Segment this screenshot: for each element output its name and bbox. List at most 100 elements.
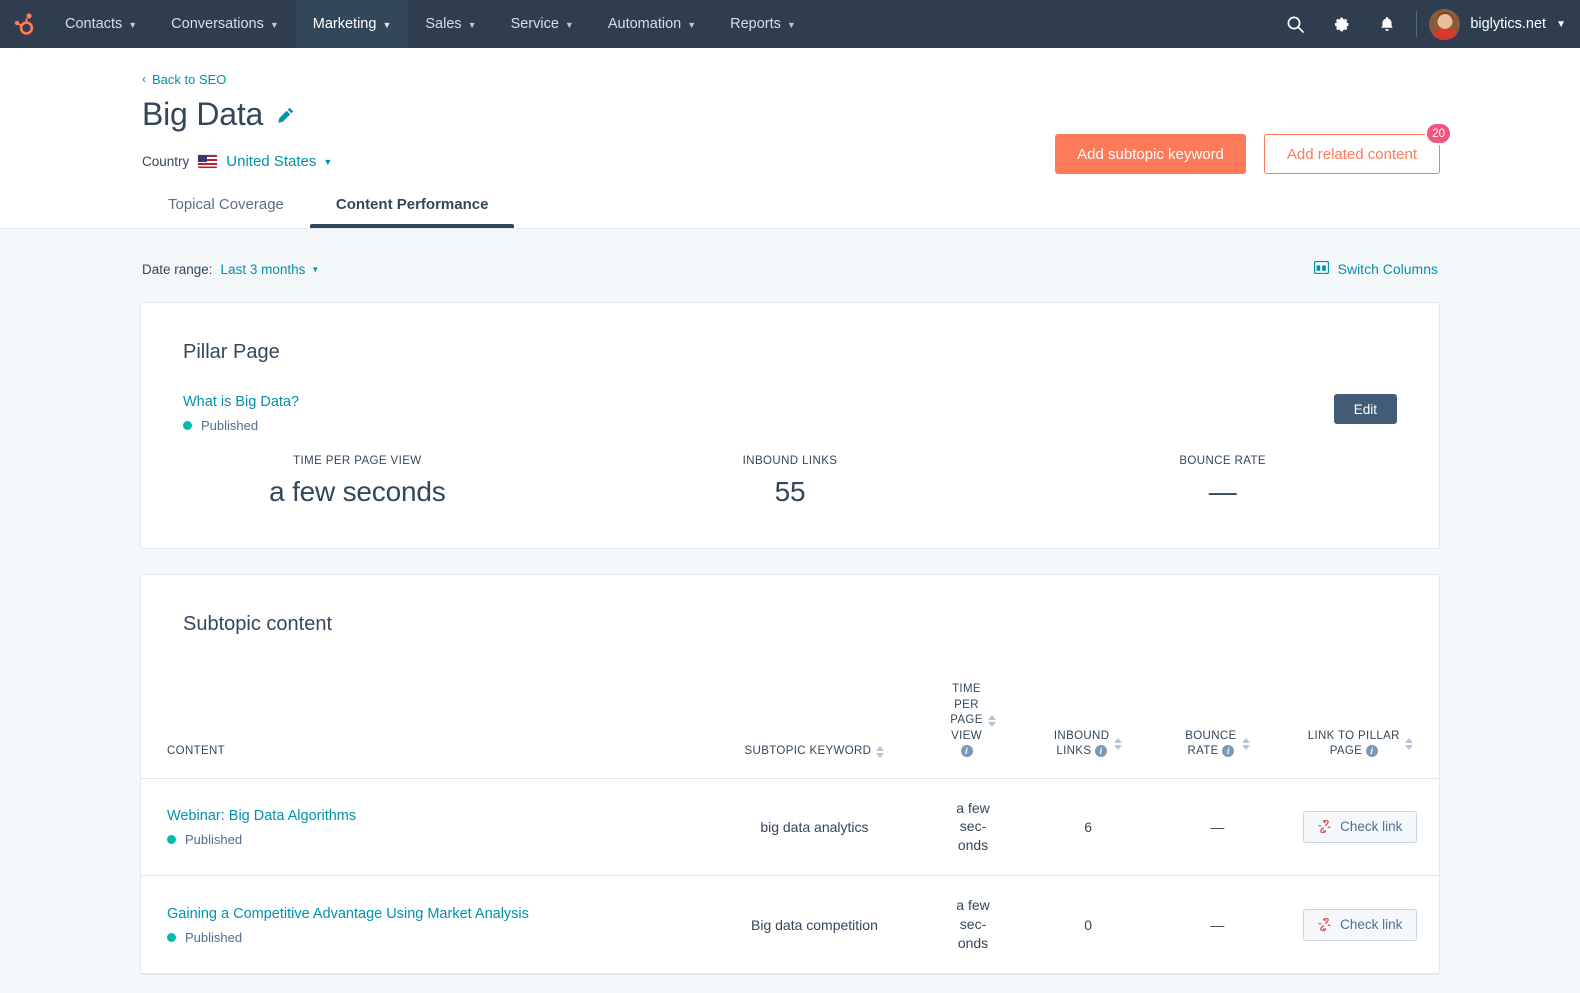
column-header-time-per-page-view[interactable]: TIMEPERPAGEVIEWi <box>923 682 1023 778</box>
pencil-edit-icon[interactable] <box>277 106 295 124</box>
table-header-row: CONTENT SUBTOPIC KEYWORD TIMEPERPAGEVIEW… <box>141 682 1439 778</box>
gear-icon[interactable] <box>1318 0 1364 48</box>
chevron-down-icon: ▼ <box>270 20 279 30</box>
chevron-down-icon: ▼ <box>323 157 332 167</box>
nav-item-label: Sales <box>425 16 461 32</box>
tab-label: Topical Coverage <box>168 196 284 213</box>
nav-item-service[interactable]: Service ▼ <box>494 0 591 48</box>
related-content-badge: 20 <box>1425 122 1452 145</box>
column-header-subtopic-keyword[interactable]: SUBTOPIC KEYWORD <box>706 682 923 778</box>
search-icon[interactable] <box>1272 0 1318 48</box>
nav-item-label: Marketing <box>313 16 377 32</box>
add-related-content-button[interactable]: Add related content <box>1264 134 1440 174</box>
cell-content: Gaining a Competitive Advantage Using Ma… <box>141 876 706 974</box>
country-select[interactable]: United States ▼ <box>226 153 332 170</box>
content-title-link[interactable]: Gaining a Competitive Advantage Using Ma… <box>167 906 529 922</box>
add-subtopic-keyword-button[interactable]: Add subtopic keyword <box>1055 134 1246 174</box>
cell-time-per-page-view: a fewsec-onds <box>923 778 1023 876</box>
chevron-down-icon: ▼ <box>787 20 796 30</box>
columns-icon <box>1314 261 1329 277</box>
top-navigation-bar: Contacts ▼ Conversations ▼ Marketing ▼ S… <box>0 0 1580 48</box>
stat-inbound-links: INBOUND LINKS 55 <box>574 455 1007 508</box>
pillar-status: Published <box>183 418 299 433</box>
chevron-down-icon: ▼ <box>468 20 477 30</box>
chevron-down-icon: ▼ <box>311 265 319 274</box>
cell-subtopic-keyword: big data analytics <box>706 778 923 876</box>
back-link-label: Back to SEO <box>152 72 226 87</box>
nav-divider <box>1416 11 1417 37</box>
check-link-button[interactable]: Check link <box>1303 811 1417 843</box>
nav-item-contacts[interactable]: Contacts ▼ <box>48 0 154 48</box>
column-label: CONTENT <box>167 744 225 760</box>
sort-arrows-icon[interactable] <box>1114 738 1122 750</box>
status-dot-icon <box>167 933 176 942</box>
back-to-seo-link[interactable]: ‹ Back to SEO <box>142 72 226 87</box>
cell-subtopic-keyword: Big data competition <box>706 876 923 974</box>
cell-bounce-rate: — <box>1153 876 1281 974</box>
sort-arrows-icon[interactable] <box>876 746 884 758</box>
row-status: Published <box>167 930 696 945</box>
pillar-stats-row: TIME PER PAGE VIEW a few seconds INBOUND… <box>141 433 1439 548</box>
nav-item-reports[interactable]: Reports ▼ <box>713 0 813 48</box>
country-label: Country <box>142 154 189 169</box>
column-label: BOUNCERATE i <box>1185 729 1236 760</box>
content-title-link[interactable]: Webinar: Big Data Algorithms <box>167 808 356 824</box>
column-header-bounce-rate[interactable]: BOUNCERATE i <box>1153 682 1281 778</box>
table-body: Webinar: Big Data Algorithms Published b… <box>141 778 1439 973</box>
tab-content-performance[interactable]: Content Performance <box>310 196 515 228</box>
check-link-button[interactable]: Check link <box>1303 909 1417 941</box>
cell-link-to-pillar-page: Check link <box>1281 778 1439 876</box>
nav-right-actions: biglytics.net ▼ <box>1272 0 1580 48</box>
cell-time-per-page-view: a fewsec-onds <box>923 876 1023 974</box>
table-head: CONTENT SUBTOPIC KEYWORD TIMEPERPAGEVIEW… <box>141 682 1439 778</box>
page-title: Big Data <box>142 96 263 133</box>
column-header-inbound-links[interactable]: INBOUNDLINKS i <box>1023 682 1153 778</box>
table-row: Webinar: Big Data Algorithms Published b… <box>141 778 1439 876</box>
hubspot-logo[interactable] <box>0 0 48 48</box>
info-icon[interactable]: i <box>961 745 973 757</box>
sort-arrows-icon[interactable] <box>1405 738 1413 750</box>
nav-item-label: Conversations <box>171 16 264 32</box>
sort-arrows-icon[interactable] <box>988 715 996 727</box>
pillar-page-info: What is Big Data? Published <box>183 394 299 433</box>
cell-inbound-links: 0 <box>1023 876 1153 974</box>
stat-bounce-rate: BOUNCE RATE — <box>1006 455 1439 508</box>
info-icon[interactable]: i <box>1222 745 1234 757</box>
stat-value: a few seconds <box>141 476 574 508</box>
pillar-page-link[interactable]: What is Big Data? <box>183 394 299 410</box>
pillar-page-card-title: Pillar Page <box>141 303 1439 364</box>
title-row: Big Data <box>142 96 1440 133</box>
sort-arrows-icon[interactable] <box>1242 738 1250 750</box>
chevron-down-icon: ▼ <box>1556 19 1566 30</box>
pillar-page-card: Pillar Page What is Big Data? Published … <box>140 302 1440 549</box>
date-range-value: Last 3 months <box>221 262 306 277</box>
pillar-page-row: What is Big Data? Published Edit <box>141 364 1439 433</box>
info-icon[interactable]: i <box>1366 745 1378 757</box>
chevron-down-icon: ▼ <box>565 20 574 30</box>
column-label: INBOUNDLINKS i <box>1054 729 1109 760</box>
stat-label: TIME PER PAGE VIEW <box>141 455 574 467</box>
column-header-link-to-pillar-page[interactable]: LINK TO PILLARPAGE i <box>1281 682 1439 778</box>
bell-icon[interactable] <box>1364 0 1410 48</box>
nav-item-automation[interactable]: Automation ▼ <box>591 0 713 48</box>
nav-items: Contacts ▼ Conversations ▼ Marketing ▼ S… <box>48 0 813 48</box>
nav-item-marketing[interactable]: Marketing ▼ <box>296 0 409 48</box>
add-related-content-wrap: Add related content 20 <box>1264 134 1440 174</box>
account-menu[interactable]: biglytics.net ▼ <box>1429 9 1566 40</box>
tab-topical-coverage[interactable]: Topical Coverage <box>142 196 310 228</box>
switch-columns-button[interactable]: Switch Columns <box>1314 261 1438 277</box>
nav-item-sales[interactable]: Sales ▼ <box>408 0 493 48</box>
status-label: Published <box>201 418 258 433</box>
cell-content: Webinar: Big Data Algorithms Published <box>141 778 706 876</box>
date-range-dropdown[interactable]: Last 3 months ▼ <box>221 262 320 277</box>
nav-item-label: Automation <box>608 16 681 32</box>
info-icon[interactable]: i <box>1095 745 1107 757</box>
check-link-label: Check link <box>1340 819 1402 834</box>
status-dot-icon <box>167 835 176 844</box>
controls-row: Date range: Last 3 months ▼ Switch Colum… <box>140 229 1440 277</box>
account-name: biglytics.net <box>1470 16 1546 32</box>
edit-button[interactable]: Edit <box>1334 394 1397 424</box>
nav-item-conversations[interactable]: Conversations ▼ <box>154 0 296 48</box>
chevron-down-icon: ▼ <box>128 20 137 30</box>
cell-link-to-pillar-page: Check link <box>1281 876 1439 974</box>
